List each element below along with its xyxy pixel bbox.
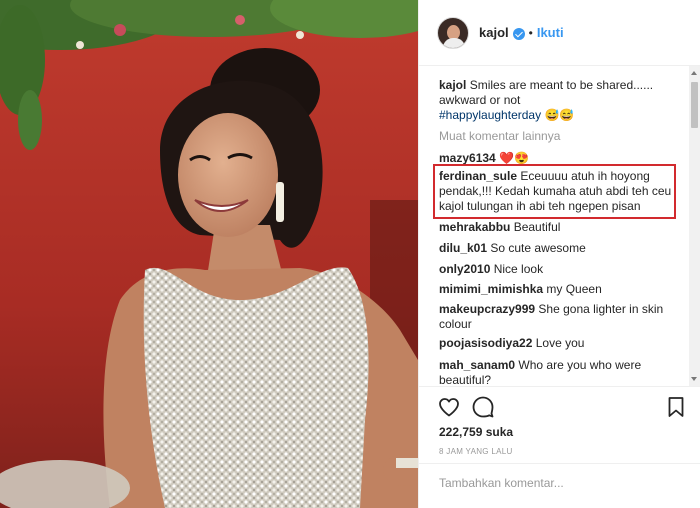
speech-bubble-icon[interactable] [471,395,495,419]
comment-username[interactable]: dilu_k01 [439,241,487,255]
post-detail-panel: kajol • Ikuti kajol Smiles are meant to … [418,0,700,508]
comment-username[interactable]: makeupcrazy999 [439,302,535,316]
load-more-comments-link[interactable]: Muat komentar lainnya [439,129,560,143]
like-count[interactable]: 222,759 suka [439,425,513,439]
comment-text: Nice look [493,262,544,276]
post-timestamp[interactable]: 8 JAM YANG LALU [439,447,513,456]
comment-username[interactable]: only2010 [439,262,490,276]
comment-text: Love you [535,336,585,350]
comment-username[interactable]: poojasisodiya22 [439,336,532,350]
comment-text: my Queen [546,282,602,296]
follow-button[interactable]: Ikuti [537,25,564,40]
comment-username[interactable]: mah_sanam0 [439,358,515,372]
comment-text: ❤️😍 [499,151,529,165]
comment-item: only2010 Nice look [439,262,687,277]
instagram-post: kajol • Ikuti kajol Smiles are meant to … [0,0,700,508]
caption-username[interactable]: kajol [439,78,466,92]
comment-item: ferdinan_sule Eceuuuu atuh ih hoyong pen… [439,169,687,214]
verified-badge-icon [512,27,525,40]
add-comment-section [419,463,700,499]
woman-portrait-image [0,0,418,508]
comment-text: So cute awesome [490,241,586,255]
comment-scrollbar[interactable] [689,66,700,386]
comment-item: mimimi_mimishka my Queen [439,282,687,297]
caption-emoji: 😅😅 [544,108,575,122]
comment-item: mehrakabbu Beautiful [439,220,687,235]
comment-username[interactable]: mehrakabbu [439,220,510,234]
avatar-body [443,37,465,48]
comment-item: dilu_k01 So cute awesome [439,241,687,256]
comment-item: poojasisodiya22 Love you [439,336,687,351]
post-photo[interactable] [0,0,418,508]
scroll-up-arrow-icon[interactable] [691,71,697,75]
comment-username[interactable]: mazy6134 [439,151,496,165]
avatar[interactable] [437,16,469,49]
comment-item: mah_sanam0 Who are you who were beautifu… [439,358,687,386]
separator-dot: • [528,25,533,40]
comment-item: makeupcrazy999 She gona lighter in skin … [439,302,687,332]
comment-text: Beautiful [513,220,561,234]
likes-number: 222,759 [439,425,483,439]
likes-label: suka [485,425,514,439]
post-header: kajol • Ikuti [419,0,700,66]
caption-hashtag[interactable]: #happylaughterday [439,108,541,122]
post-actions: 222,759 suka 8 JAM YANG LALU [419,386,700,498]
comment-list[interactable]: kajol Smiles are meant to be shared.....… [419,66,700,386]
scroll-down-arrow-icon[interactable] [691,377,697,381]
comment-username[interactable]: mimimi_mimishka [439,282,543,296]
scrollbar-thumb[interactable] [691,82,698,128]
heart-outline-icon[interactable] [437,395,461,419]
author-username[interactable]: kajol [479,25,509,40]
caption: kajol Smiles are meant to be shared.....… [439,78,687,123]
comment-username[interactable]: ferdinan_sule [439,169,517,183]
bookmark-icon[interactable] [664,395,688,419]
add-comment-input[interactable] [439,474,679,492]
caption-text: Smiles are meant to be shared...... awkw… [439,78,654,107]
